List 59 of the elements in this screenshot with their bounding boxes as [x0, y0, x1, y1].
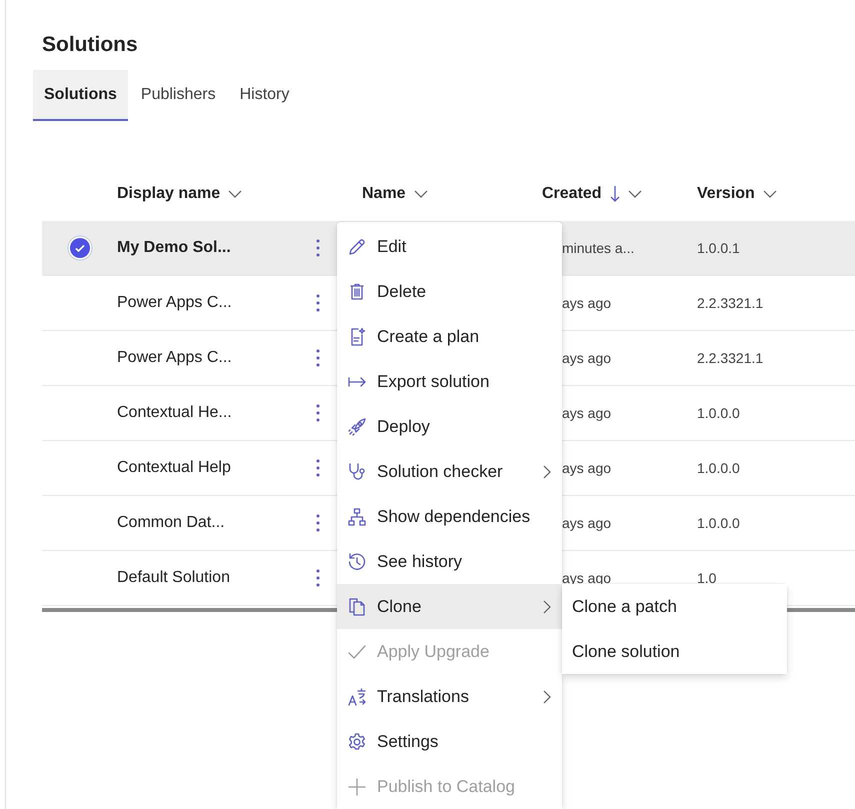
chevron-down-icon: [414, 189, 428, 199]
table-cell: 1.0.0.0: [697, 405, 740, 421]
menu-item[interactable]: Show dependencies: [337, 494, 562, 539]
menu-item[interactable]: Clone a patch: [562, 584, 787, 629]
table-cell-text: ays ago: [562, 295, 612, 311]
translate-icon: [347, 686, 367, 706]
column-header[interactable]: Display name: [117, 185, 362, 203]
table-cell: 1.0: [697, 570, 716, 586]
column-header[interactable]: Name: [362, 185, 542, 203]
chevron-down-icon: [628, 189, 642, 199]
menu-item[interactable]: Export solution: [337, 359, 562, 404]
hierarchy-icon: [347, 506, 367, 526]
table-cell: 1.0.0.1: [697, 240, 740, 256]
menu-item[interactable]: Delete: [337, 269, 562, 314]
menu-item[interactable]: See history: [337, 539, 562, 584]
chevron-right-icon: [542, 464, 552, 480]
tab[interactable]: Publishers: [130, 70, 227, 121]
gear-icon: [347, 732, 367, 752]
menu-item[interactable]: Clone solution: [562, 629, 787, 674]
chevron-right-icon: [542, 598, 552, 614]
table-cell-text: Contextual Help: [117, 459, 232, 477]
table-cell: 1.0.0.0: [697, 460, 740, 476]
table-cell-text: My Demo Sol...: [117, 239, 232, 257]
table-cell-text: ays ago: [562, 350, 612, 366]
rocket-icon: [347, 416, 367, 436]
plus-icon: [347, 776, 367, 796]
stethoscope-icon: [347, 462, 367, 482]
table-cell-text: Common Dat...: [117, 514, 226, 532]
menu-item[interactable]: Settings: [337, 719, 562, 764]
table-cell-text: Contextual He...: [117, 404, 233, 422]
column-header[interactable]: Version: [697, 185, 837, 203]
pencil-icon: [347, 236, 367, 256]
table-cell: 2.2.3321.1: [697, 295, 764, 311]
tab[interactable]: Solutions: [33, 70, 128, 121]
tab[interactable]: History: [228, 70, 300, 121]
menu-item[interactable]: Deploy: [337, 404, 562, 449]
menu-item[interactable]: Clone: [337, 584, 562, 629]
table-cell-text: Power Apps C...: [117, 294, 233, 312]
table-cell-text: minutes a...: [562, 240, 636, 256]
column-header[interactable]: Created: [542, 185, 697, 203]
menu-item[interactable]: Create a plan: [337, 314, 562, 359]
row-checkbox[interactable]: [70, 238, 90, 258]
menu-item[interactable]: Translations: [337, 674, 562, 719]
chevron-down-icon: [228, 189, 242, 199]
table-cell-text: ays ago: [562, 460, 612, 476]
chevron-down-icon: [762, 189, 777, 199]
table-cell: 1.0.0.0: [697, 515, 740, 531]
menu-item[interactable]: Edit: [337, 224, 562, 269]
history-icon: [347, 552, 367, 572]
copy-icon: [347, 596, 367, 616]
checkmark-icon: [74, 242, 86, 254]
table-cell: 2.2.3321.1: [697, 350, 764, 366]
table-cell-text: Default Solution: [117, 569, 231, 587]
page-title: Solutions: [42, 32, 139, 58]
menu-item[interactable]: Solution checker: [337, 449, 562, 494]
table-cell-text: Power Apps C...: [117, 349, 233, 367]
table-cell-text: ays ago: [562, 405, 612, 421]
table-cell-text: ays ago: [562, 515, 612, 531]
chevron-right-icon: [542, 688, 552, 704]
